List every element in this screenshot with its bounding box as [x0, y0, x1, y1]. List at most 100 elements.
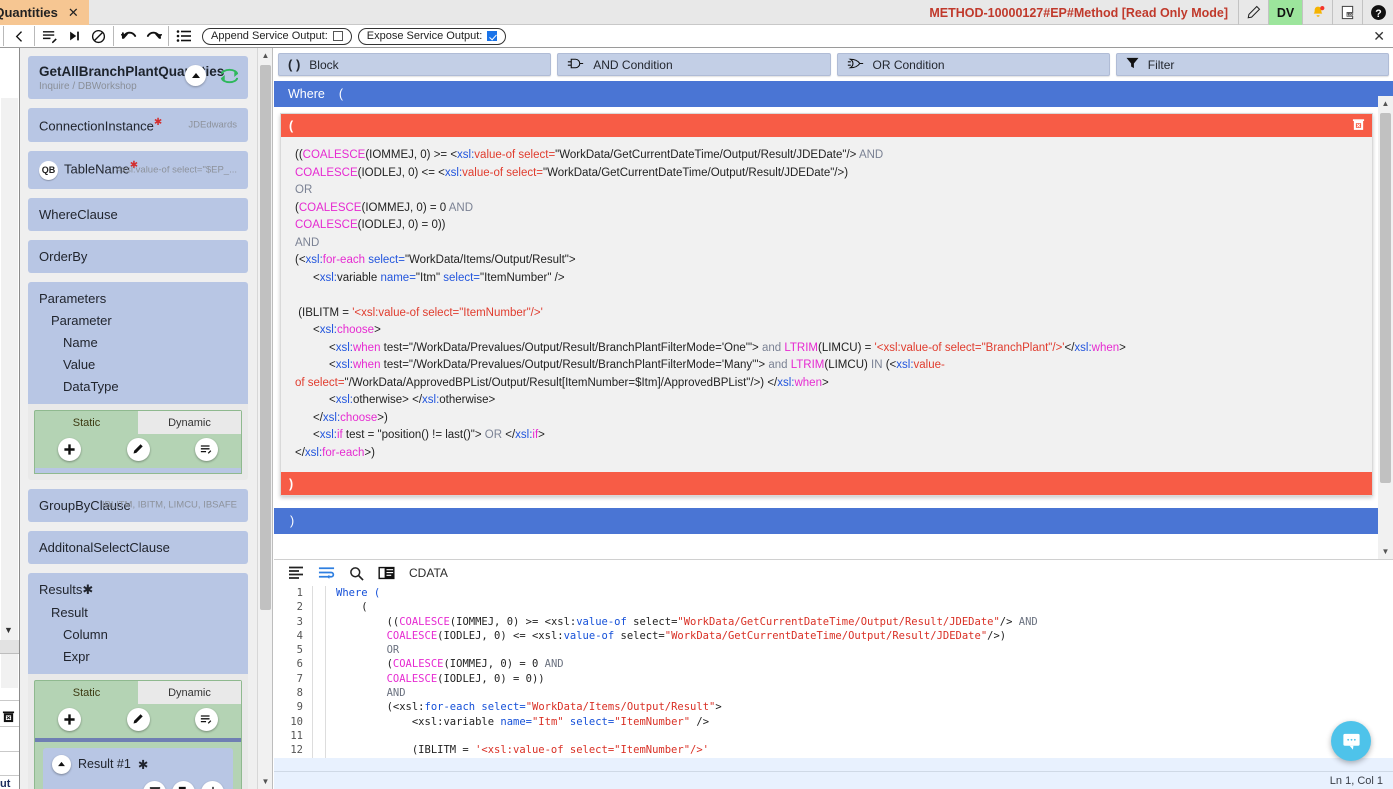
copy-icon[interactable] — [172, 780, 195, 789]
fold-gutter[interactable] — [312, 586, 326, 601]
disable-icon[interactable] — [86, 26, 110, 47]
list-edit-icon[interactable] — [195, 707, 219, 731]
field-groupbyclause[interactable]: GroupByClause IBLITM, IBITM, LIMCU, IBSA… — [28, 488, 248, 522]
notifications-bell-icon[interactable] — [1303, 0, 1333, 25]
chevron-down-icon[interactable]: ▼ — [4, 625, 13, 635]
where-clause-bar[interactable]: Where ( — [274, 81, 1393, 107]
fold-gutter[interactable] — [312, 743, 326, 758]
field-additionalselectclause[interactable]: AdditonalSelectClause — [28, 530, 248, 564]
scrollbar-thumb[interactable] — [260, 65, 271, 610]
document-tab[interactable]: tQuantities ✕ — [0, 0, 89, 25]
fold-gutter[interactable] — [312, 714, 326, 729]
tab-dynamic[interactable]: Dynamic — [138, 680, 241, 704]
result-item-card[interactable]: Result #1 ✱ — [43, 747, 233, 789]
result-column-node[interactable]: Column — [39, 627, 237, 642]
append-service-output-toggle[interactable]: Append Service Output: — [202, 27, 352, 45]
close-icon[interactable]: ✕ — [68, 5, 79, 21]
palette-or-condition[interactable]: OR Condition — [836, 53, 1110, 76]
download-icon[interactable] — [201, 780, 224, 789]
format-icon[interactable] — [288, 566, 304, 580]
step-forward-icon[interactable] — [62, 26, 86, 47]
delete-icon[interactable] — [143, 780, 166, 789]
refresh-icon[interactable] — [219, 65, 240, 86]
edit-pencil-icon[interactable] — [126, 707, 150, 731]
environment-dv-button[interactable]: DV — [1269, 0, 1303, 25]
scroll-down-icon[interactable]: ▼ — [258, 774, 272, 789]
edit-pencil-icon[interactable] — [1239, 0, 1269, 25]
condition-block-open-bar[interactable]: ( — [281, 114, 1372, 137]
tab-dynamic[interactable]: Dynamic — [138, 410, 241, 434]
editor-line[interactable]: 8 AND — [274, 686, 1393, 701]
tab-static[interactable]: Static — [35, 680, 138, 704]
help-icon[interactable]: ? — [1363, 0, 1393, 25]
fold-gutter[interactable] — [312, 686, 326, 701]
list-edit-icon[interactable] — [195, 437, 219, 461]
editor-line[interactable]: 5 OR — [274, 643, 1393, 658]
source-editor-code[interactable]: 1 Where (2 (3 ((COALESCE(IOMMEJ, 0) >= <x… — [274, 586, 1393, 771]
collapse-icon[interactable] — [185, 65, 206, 86]
result-node[interactable]: Result — [39, 605, 237, 620]
chat-support-button[interactable] — [1331, 721, 1371, 761]
field-connectioninstance[interactable]: ConnectionInstance✱ JDEdwards — [28, 108, 248, 143]
fold-gutter[interactable] — [312, 628, 326, 644]
list-icon[interactable] — [172, 26, 196, 47]
service-header-card[interactable]: GetAllBranchPlantQuantities Inquire / DB… — [28, 56, 248, 99]
properties-panel-scrollbar[interactable]: ▲ ▼ — [257, 48, 272, 789]
expose-service-output-toggle[interactable]: Expose Service Output: — [357, 27, 507, 45]
palette-and-condition[interactable]: AND Condition — [557, 53, 831, 76]
fold-gutter[interactable] — [312, 671, 326, 687]
outer-scrollbar-track[interactable] — [1, 98, 18, 688]
condition-expression-code[interactable]: ((COALESCE(IOMMEJ, 0) >= <xsl:value-of s… — [281, 137, 1372, 472]
parameter-datatype-node[interactable]: DataType — [39, 379, 237, 394]
log-viewer-icon[interactable]: LOG — [1333, 0, 1363, 25]
word-wrap-icon[interactable] — [318, 566, 335, 580]
add-icon[interactable] — [57, 437, 81, 461]
append-service-output-checkbox[interactable] — [332, 31, 343, 41]
back-icon[interactable] — [7, 26, 31, 47]
fold-gutter[interactable] — [312, 700, 326, 715]
condition-block[interactable]: ( ((COALESCE(IOMMEJ, 0) >= <xsl:value-of… — [280, 113, 1373, 496]
results-group[interactable]: Results✱ Result Column Expr — [28, 572, 248, 674]
fold-gutter[interactable] — [312, 643, 326, 658]
editor-line[interactable]: 6 (COALESCE(IOMMEJ, 0) = 0 AND — [274, 657, 1393, 672]
where-clause-close-bar[interactable]: ) — [274, 508, 1393, 534]
result-expr-node[interactable]: Expr — [39, 649, 237, 664]
editor-line[interactable]: 10 <xsl:variable name="Itm" select="Item… — [274, 714, 1393, 729]
condition-block-close-bar[interactable]: ) — [281, 472, 1372, 495]
cdata-icon[interactable] — [378, 566, 395, 580]
editor-line[interactable]: 12 (IBLITM = '<xsl:value-of select="Item… — [274, 743, 1393, 758]
field-tablename[interactable]: QB TableName✱ <xsl:value-of select="$EP_.… — [28, 151, 248, 189]
parameters-group[interactable]: Parameters Parameter Name Value DataType — [28, 281, 248, 404]
parameter-node[interactable]: Parameter — [39, 313, 237, 328]
redo-icon[interactable] — [141, 26, 165, 47]
editor-line[interactable]: 4 COALESCE(IODLEJ, 0) <= <xsl:value-of s… — [274, 628, 1393, 644]
parameter-value-node[interactable]: Value — [39, 357, 237, 372]
field-orderby[interactable]: OrderBy — [28, 239, 248, 273]
fold-gutter[interactable] — [312, 614, 326, 629]
collapse-icon[interactable] — [52, 754, 71, 774]
scroll-down-icon[interactable]: ▼ — [1378, 544, 1393, 559]
tab-static[interactable]: Static — [35, 410, 138, 434]
scrollbar-thumb[interactable] — [1380, 113, 1391, 483]
palette-filter[interactable]: Filter — [1115, 53, 1389, 76]
scroll-up-icon[interactable]: ▲ — [258, 48, 272, 63]
parameter-name-node[interactable]: Name — [39, 335, 237, 350]
edit-lines-icon[interactable] — [38, 26, 62, 47]
palette-block[interactable]: ( ) Block — [278, 53, 552, 76]
undo-icon[interactable] — [117, 26, 141, 47]
add-icon[interactable] — [57, 707, 81, 731]
editor-line[interactable]: 11 — [274, 728, 1393, 744]
editor-line[interactable]: 2 ( — [274, 600, 1393, 615]
editor-line[interactable]: 7 COALESCE(IODLEJ, 0) = 0)) — [274, 671, 1393, 687]
fold-gutter[interactable] — [312, 600, 326, 615]
main-area-scrollbar[interactable]: ▲ ▼ — [1378, 96, 1393, 559]
expose-service-output-checkbox[interactable] — [487, 31, 498, 41]
delete-icon[interactable] — [1352, 118, 1365, 134]
editor-line[interactable]: 1 Where ( — [274, 586, 1393, 601]
edit-pencil-icon[interactable] — [126, 437, 150, 461]
search-icon[interactable] — [349, 566, 364, 581]
field-whereclause[interactable]: WhereClause — [28, 197, 248, 231]
close-panel-icon[interactable]: ✕ — [1373, 28, 1385, 45]
editor-line[interactable]: 9 (<xsl:for-each select="WorkData/Items/… — [274, 700, 1393, 715]
query-builder-icon[interactable]: QB — [39, 160, 58, 180]
